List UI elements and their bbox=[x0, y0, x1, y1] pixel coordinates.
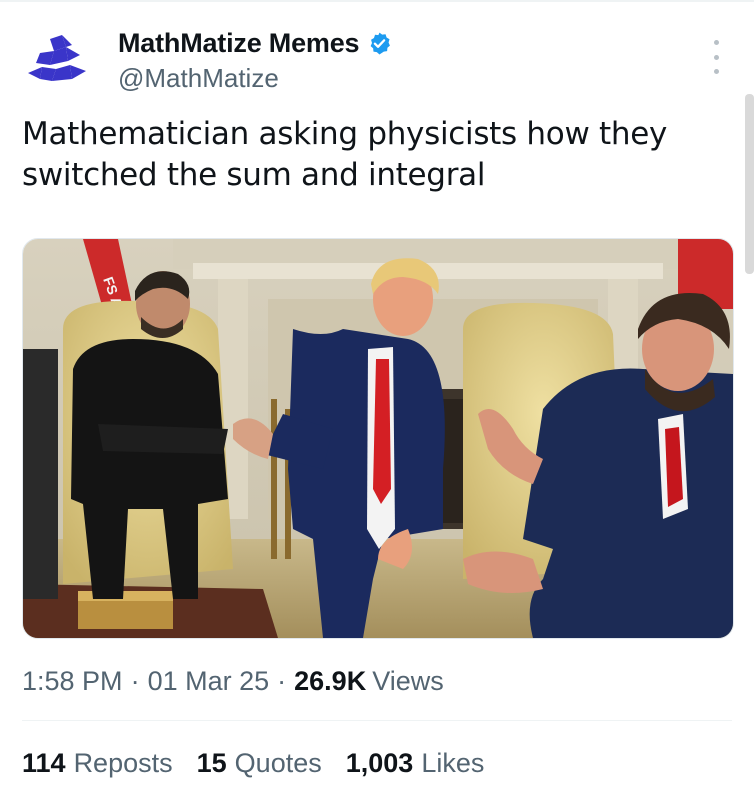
more-options-icon[interactable] bbox=[706, 40, 726, 74]
reposts-label: Reposts bbox=[73, 748, 173, 778]
quotes-count: 15 bbox=[196, 748, 227, 778]
quotes-stat[interactable]: 15 Quotes bbox=[197, 748, 322, 779]
views-count[interactable]: 26.9K bbox=[294, 666, 366, 697]
author-block: MathMatize Memes @MathMatize bbox=[118, 26, 392, 94]
more-dot bbox=[713, 69, 719, 74]
reposts-stat[interactable]: 114 Reposts bbox=[22, 748, 173, 779]
separator-dot: · bbox=[130, 666, 140, 696]
more-dot bbox=[713, 54, 719, 60]
separator-dot: · bbox=[277, 666, 287, 696]
tweet-photo[interactable]: FS A bbox=[22, 238, 734, 639]
oval-office-photo-image: FS A bbox=[23, 239, 733, 638]
author-display-name[interactable]: MathMatize Memes bbox=[118, 28, 360, 59]
stats-divider bbox=[22, 720, 732, 721]
likes-label: Likes bbox=[421, 748, 485, 778]
likes-stat[interactable]: 1,003 Likes bbox=[346, 748, 485, 779]
tweet-text: Mathematician asking physicists how they… bbox=[22, 116, 668, 193]
quotes-label: Quotes bbox=[234, 748, 322, 778]
author-name-row: MathMatize Memes bbox=[118, 26, 392, 60]
tweet-meta: 1:58 PM · 01 Mar 25 · 26.9K Views bbox=[22, 666, 444, 697]
engagement-stats: 114 Reposts 15 Quotes 1,003 Likes bbox=[22, 748, 508, 779]
more-dot bbox=[713, 40, 719, 45]
tweet-time[interactable]: 1:58 PM bbox=[22, 666, 123, 697]
tweet-date[interactable]: 01 Mar 25 bbox=[148, 666, 270, 697]
mathmatize-logo-icon bbox=[28, 35, 86, 81]
views-label[interactable]: Views bbox=[372, 666, 444, 697]
scrollbar[interactable] bbox=[745, 94, 754, 274]
top-divider bbox=[0, 0, 754, 2]
verified-badge-icon bbox=[367, 31, 392, 56]
likes-count: 1,003 bbox=[345, 748, 414, 778]
author-handle[interactable]: @MathMatize bbox=[118, 63, 392, 94]
avatar[interactable] bbox=[22, 33, 94, 85]
reposts-count: 114 bbox=[22, 748, 66, 778]
